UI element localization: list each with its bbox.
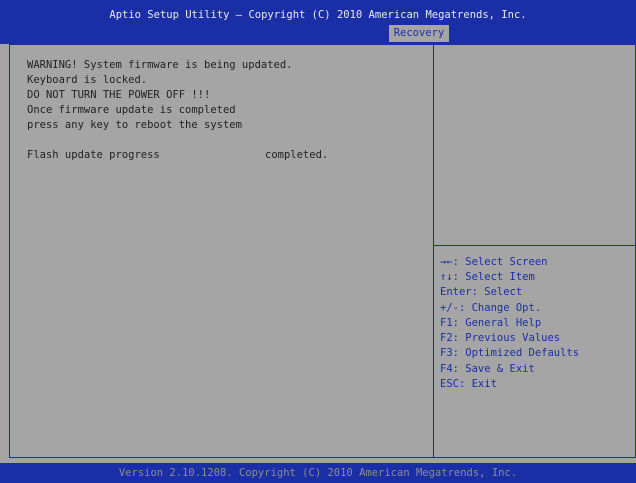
progress-label: Flash update progress [27,149,160,161]
bios-screen: Aptio Setup Utility – Copyright (C) 2010… [0,0,636,483]
help-enter-select: Enter: Select [440,286,523,298]
keyboard-locked-message: Keyboard is locked. [27,74,148,86]
power-warning-message: DO NOT TURN THE POWER OFF !!! [27,89,211,101]
header-bar: Aptio Setup Utility – Copyright (C) 2010… [0,0,636,44]
version-text: Version 2.10.1208. Copyright (C) 2010 Am… [118,467,518,479]
tab-recovery[interactable]: Recovery [389,25,449,42]
progress-status: completed. [265,149,329,161]
help-select-screen: →←: Select Screen [440,256,548,268]
main-panel: WARNING! System firmware is being update… [9,44,433,458]
warning-message: WARNING! System firmware is being update… [27,59,293,71]
help-panel: →←: Select Screen ↑↓: Select Item Enter:… [433,44,636,458]
help-save-exit: F4: Save & Exit [440,363,535,375]
help-optimized-defaults: F3: Optimized Defaults [440,347,580,359]
help-panel-divider [434,245,635,246]
help-previous-values: F2: Previous Values [440,332,561,344]
app-title: Aptio Setup Utility – Copyright (C) 2010… [109,9,527,21]
reboot-instruction-message: press any key to reboot the system [27,119,242,131]
help-change-opt: +/-: Change Opt. [440,302,542,314]
help-esc-exit: ESC: Exit [440,378,497,390]
help-select-item: ↑↓: Select Item [440,271,535,283]
footer-bar: Version 2.10.1208. Copyright (C) 2010 Am… [0,463,636,483]
help-general-help: F1: General Help [440,317,542,329]
update-complete-message: Once firmware update is completed [27,104,236,116]
